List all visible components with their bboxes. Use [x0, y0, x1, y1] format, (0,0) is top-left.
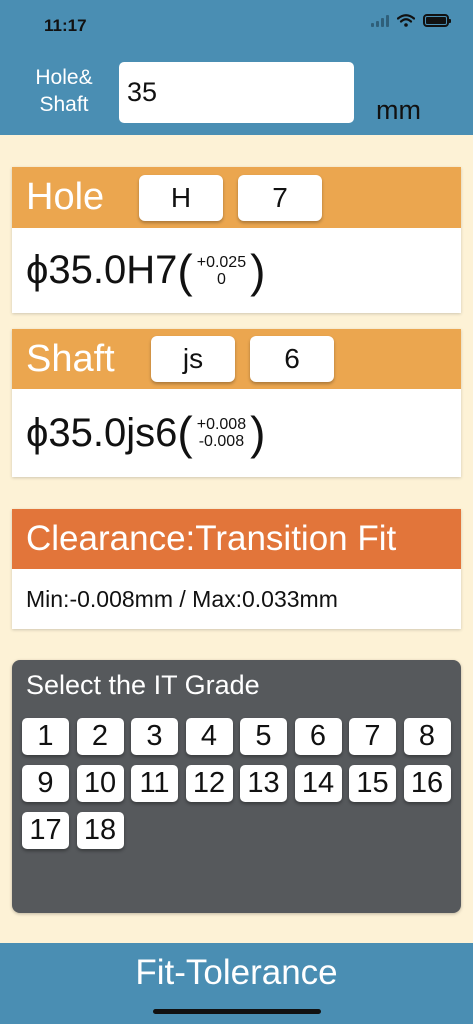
top-bar: 11:17 Hole& Shaft mm — [0, 0, 473, 135]
grade-button-14[interactable]: 14 — [294, 765, 342, 802]
grade-button-6[interactable]: 6 — [294, 718, 342, 755]
grade-button-10[interactable]: 10 — [76, 765, 124, 802]
hole-card-header: Hole H 7 — [12, 167, 461, 228]
hole-card: Hole H 7 ϕ35.0H7 ( +0.025 0 ) — [12, 167, 461, 313]
wifi-icon — [397, 14, 415, 27]
hole-deviations: +0.025 0 — [193, 254, 250, 288]
fit-type-title: Clearance:Transition Fit — [26, 519, 397, 558]
it-grade-panel: Select the IT Grade 1 2 3 4 5 6 7 8 9 10… — [12, 660, 461, 913]
status-time: 11:17 — [44, 16, 87, 35]
battery-icon — [423, 14, 451, 27]
unit-label: mm — [376, 95, 421, 125]
shaft-lower-deviation: -0.008 — [198, 433, 245, 450]
grade-button-8[interactable]: 8 — [403, 718, 451, 755]
hole-title: Hole — [26, 176, 105, 218]
grade-button-11[interactable]: 11 — [131, 765, 178, 802]
grade-button-9[interactable]: 9 — [22, 765, 69, 802]
grade-button-5[interactable]: 5 — [240, 718, 287, 755]
hole-upper-deviation: +0.025 — [196, 253, 247, 271]
hole-shaft-label: Hole& Shaft — [35, 66, 93, 116]
grade-button-2[interactable]: 2 — [76, 718, 124, 755]
grade-button-18[interactable]: 18 — [76, 812, 124, 849]
grade-button-4[interactable]: 4 — [185, 718, 233, 755]
app-title: Fit-Tolerance — [135, 953, 338, 992]
shaft-grade-button[interactable]: 6 — [250, 336, 334, 382]
it-grade-title: Select the IT Grade — [26, 670, 260, 700]
bottom-bar: Fit-Tolerance — [0, 943, 473, 1024]
size-input[interactable] — [119, 62, 354, 123]
open-paren: ( — [177, 407, 193, 459]
grade-button-7[interactable]: 7 — [349, 718, 396, 755]
hole-designation: ϕ35.0H7 — [26, 248, 178, 292]
close-paren: ) — [250, 407, 266, 459]
grade-button-13[interactable]: 13 — [240, 765, 287, 802]
grade-button-1[interactable]: 1 — [22, 718, 69, 755]
it-grade-grid: 1 2 3 4 5 6 7 8 9 10 11 12 13 14 15 16 1… — [22, 718, 454, 849]
shaft-tolerance: ϕ35.0js6 ( +0.008 -0.008 ) — [12, 389, 461, 477]
shaft-designation: ϕ35.0js6 — [26, 410, 178, 455]
close-paren: ) — [250, 244, 266, 297]
fit-card: Clearance:Transition Fit Min:-0.008mm / … — [12, 509, 461, 629]
grade-button-12[interactable]: 12 — [185, 765, 233, 802]
shaft-letter-button[interactable]: js — [151, 336, 235, 382]
shaft-deviations: +0.008 -0.008 — [193, 416, 250, 450]
shaft-upper-deviation: +0.008 — [196, 416, 247, 433]
shaft-card: Shaft js 6 ϕ35.0js6 ( +0.008 -0.008 ) — [12, 329, 461, 477]
hole-letter-button[interactable]: H — [139, 174, 223, 221]
status-icons — [371, 14, 451, 27]
grade-button-3[interactable]: 3 — [131, 718, 178, 755]
shaft-card-header: Shaft js 6 — [12, 329, 461, 389]
hole-tolerance: ϕ35.0H7 ( +0.025 0 ) — [12, 228, 461, 313]
grade-button-15[interactable]: 15 — [349, 765, 396, 802]
hole-lower-deviation: 0 — [216, 270, 226, 288]
grade-button-16[interactable]: 16 — [403, 765, 451, 802]
shaft-title: Shaft — [26, 337, 115, 380]
open-paren: ( — [177, 244, 193, 297]
cellular-signal-icon — [371, 14, 389, 27]
home-indicator[interactable] — [153, 1009, 321, 1014]
fit-card-header: Clearance:Transition Fit — [12, 509, 461, 569]
fit-range-text: Min:-0.008mm / Max:0.033mm — [26, 585, 338, 612]
grade-button-17[interactable]: 17 — [22, 812, 69, 849]
hole-grade-button[interactable]: 7 — [238, 174, 322, 221]
